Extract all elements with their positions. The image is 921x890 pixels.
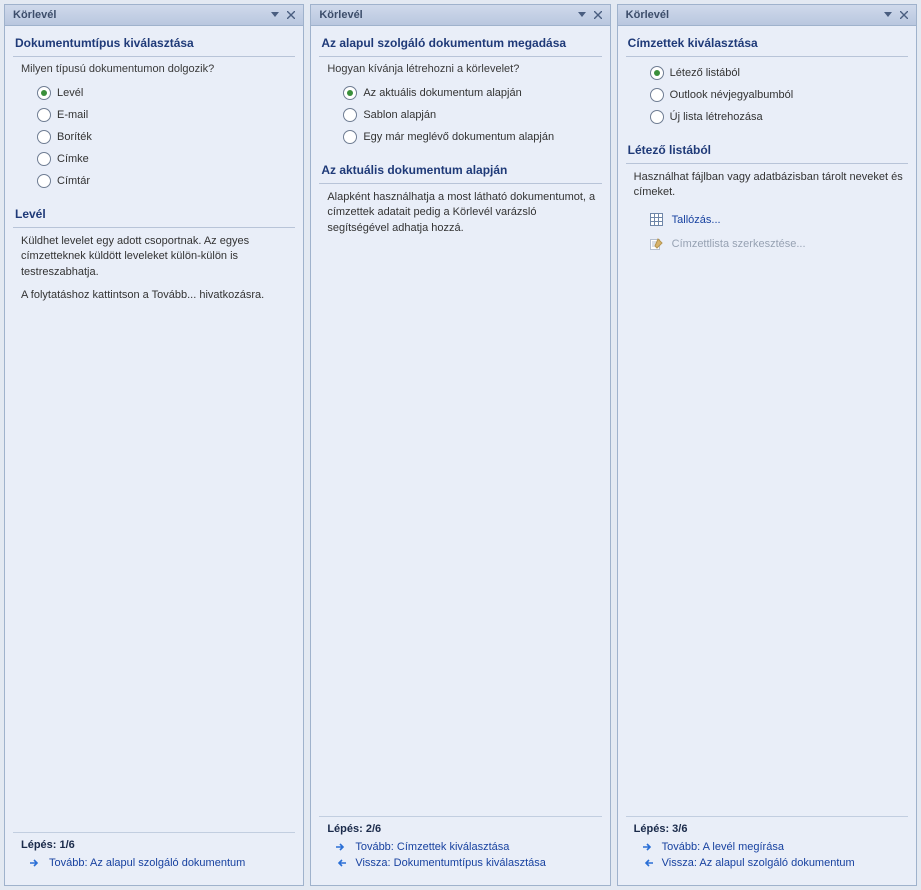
radio-label: Outlook névjegyalbumból bbox=[670, 87, 794, 103]
body-paragraph: Alapként használhatja a most látható dok… bbox=[327, 190, 597, 236]
arrow-right-icon bbox=[335, 841, 347, 853]
radio-doctype-email[interactable]: E-mail bbox=[37, 107, 295, 123]
taskpane-step2: Körlevél Az alapul szolgáló dokumentum m… bbox=[310, 4, 610, 886]
radio-icon bbox=[37, 152, 51, 166]
prompt-text: Milyen típusú dokumentumon dolgozik? bbox=[21, 63, 295, 75]
body-paragraph: A folytatáshoz kattintson a Tovább... hi… bbox=[21, 288, 291, 303]
step-indicator: Lépés: 3/6 bbox=[630, 823, 904, 835]
radio-icon bbox=[37, 86, 51, 100]
radio-icon bbox=[37, 174, 51, 188]
titlebar: Körlevél bbox=[618, 5, 916, 26]
section-heading: Címzettek kiválasztása bbox=[626, 32, 908, 57]
titlebar: Körlevél bbox=[5, 5, 303, 26]
edit-recipients-link: Címzettlista szerkesztése... bbox=[650, 237, 908, 251]
radio-label: Az aktuális dokumentum alapján bbox=[363, 85, 521, 101]
radio-label: Új lista létrehozása bbox=[670, 109, 763, 125]
pane-title: Körlevél bbox=[13, 9, 267, 21]
radio-icon bbox=[650, 66, 664, 80]
arrow-left-icon bbox=[642, 857, 654, 869]
radio-icon bbox=[343, 130, 357, 144]
footer: Lépés: 2/6 Tovább: Címzettek kiválasztás… bbox=[319, 816, 601, 881]
radio-label: Címke bbox=[57, 151, 89, 167]
pane-title: Körlevél bbox=[319, 9, 573, 21]
footer: Lépés: 3/6 Tovább: A levél megírása Viss… bbox=[626, 816, 908, 881]
radio-source-current[interactable]: Az aktuális dokumentum alapján bbox=[343, 85, 601, 101]
next-link-label: Tovább: Az alapul szolgáló dokumentum bbox=[49, 857, 245, 869]
titlebar: Körlevél bbox=[311, 5, 609, 26]
body-paragraph: Küldhet levelet egy adott csoportnak. Az… bbox=[21, 234, 291, 280]
close-icon[interactable] bbox=[283, 7, 299, 23]
arrow-left-icon bbox=[335, 857, 347, 869]
section-heading-2: Levél bbox=[13, 203, 295, 228]
radio-source-template[interactable]: Sablon alapján bbox=[343, 107, 601, 123]
dropdown-arrow-icon[interactable] bbox=[574, 7, 590, 23]
edit-recipients-label: Címzettlista szerkesztése... bbox=[672, 238, 806, 250]
radio-doctype-cimtar[interactable]: Címtár bbox=[37, 173, 295, 189]
taskpane-step1: Körlevél Dokumentumtípus kiválasztása Mi… bbox=[4, 4, 304, 886]
arrow-right-icon bbox=[642, 841, 654, 853]
radio-icon bbox=[343, 108, 357, 122]
radio-icon bbox=[343, 86, 357, 100]
section-heading: Dokumentumtípus kiválasztása bbox=[13, 32, 295, 57]
radio-icon bbox=[650, 110, 664, 124]
radio-recipients-existing[interactable]: Létező listából bbox=[650, 65, 908, 81]
edit-list-icon bbox=[650, 237, 664, 251]
radio-label: Címtár bbox=[57, 173, 90, 189]
content: Dokumentumtípus kiválasztása Milyen típu… bbox=[5, 26, 303, 885]
pane-title: Körlevél bbox=[626, 9, 880, 21]
radio-label: Levél bbox=[57, 85, 83, 101]
next-link[interactable]: Tovább: Címzettek kiválasztása bbox=[335, 841, 597, 853]
section-heading-2: Létező listából bbox=[626, 139, 908, 164]
radio-icon bbox=[37, 130, 51, 144]
radio-doctype-boritek[interactable]: Boríték bbox=[37, 129, 295, 145]
radio-recipients-outlook[interactable]: Outlook névjegyalbumból bbox=[650, 87, 908, 103]
radio-label: Létező listából bbox=[670, 65, 740, 81]
back-link[interactable]: Vissza: Az alapul szolgáló dokumentum bbox=[642, 857, 904, 869]
close-icon[interactable] bbox=[896, 7, 912, 23]
radio-label: E-mail bbox=[57, 107, 88, 123]
prompt-text: Hogyan kívánja létrehozni a körlevelet? bbox=[327, 63, 601, 75]
radio-source-existing[interactable]: Egy már meglévő dokumentum alapján bbox=[343, 129, 601, 145]
radio-doctype-level[interactable]: Levél bbox=[37, 85, 295, 101]
back-link[interactable]: Vissza: Dokumentumtípus kiválasztása bbox=[335, 857, 597, 869]
table-icon bbox=[650, 213, 664, 227]
body-paragraph: Használhat fájlban vagy adatbázisban tár… bbox=[634, 170, 904, 201]
section-heading-2: Az aktuális dokumentum alapján bbox=[319, 159, 601, 184]
browse-link[interactable]: Tallózás... bbox=[650, 213, 908, 227]
next-link-label: Tovább: A levél megírása bbox=[662, 841, 784, 853]
next-link[interactable]: Tovább: A levél megírása bbox=[642, 841, 904, 853]
radio-label: Egy már meglévő dokumentum alapján bbox=[363, 129, 554, 145]
dropdown-arrow-icon[interactable] bbox=[267, 7, 283, 23]
radio-icon bbox=[37, 108, 51, 122]
section-heading: Az alapul szolgáló dokumentum megadása bbox=[319, 32, 601, 57]
back-link-label: Vissza: Az alapul szolgáló dokumentum bbox=[662, 857, 855, 869]
dropdown-arrow-icon[interactable] bbox=[880, 7, 896, 23]
step-indicator: Lépés: 1/6 bbox=[17, 839, 291, 851]
content: Címzettek kiválasztása Létező listából O… bbox=[618, 26, 916, 885]
stage: Körlevél Dokumentumtípus kiválasztása Mi… bbox=[0, 0, 921, 890]
radio-doctype-cimke[interactable]: Címke bbox=[37, 151, 295, 167]
back-link-label: Vissza: Dokumentumtípus kiválasztása bbox=[355, 857, 546, 869]
arrow-right-icon bbox=[29, 857, 41, 869]
taskpane-step3: Körlevél Címzettek kiválasztása Létező l… bbox=[617, 4, 917, 886]
next-link-label: Tovább: Címzettek kiválasztása bbox=[355, 841, 509, 853]
radio-label: Sablon alapján bbox=[363, 107, 436, 123]
step-indicator: Lépés: 2/6 bbox=[323, 823, 597, 835]
radio-label: Boríték bbox=[57, 129, 92, 145]
radio-icon bbox=[650, 88, 664, 102]
radio-recipients-newlist[interactable]: Új lista létrehozása bbox=[650, 109, 908, 125]
browse-link-label: Tallózás... bbox=[672, 214, 721, 226]
next-link[interactable]: Tovább: Az alapul szolgáló dokumentum bbox=[29, 857, 291, 869]
footer: Lépés: 1/6 Tovább: Az alapul szolgáló do… bbox=[13, 832, 295, 881]
content: Az alapul szolgáló dokumentum megadása H… bbox=[311, 26, 609, 885]
close-icon[interactable] bbox=[590, 7, 606, 23]
